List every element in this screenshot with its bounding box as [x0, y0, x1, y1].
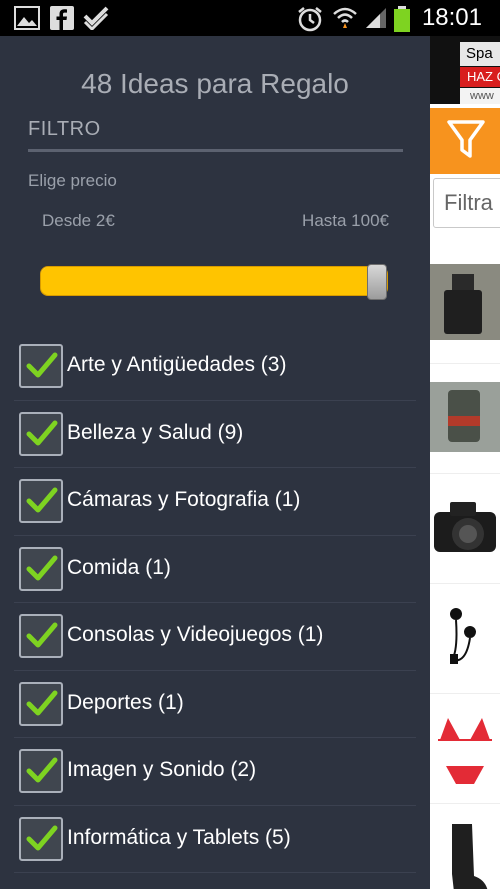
category-checkbox[interactable] [19, 749, 63, 793]
black-boot-image [430, 814, 500, 889]
category-item[interactable]: Cámaras y Fotografia (1) [14, 468, 416, 536]
signal-icon [364, 6, 388, 35]
checkmark-icon [26, 757, 58, 783]
earphones-image [430, 594, 500, 684]
price-label: Elige precio [28, 171, 117, 190]
dslr-camera-image [430, 484, 500, 574]
drawer-title: 48 Ideas para Regalo [81, 68, 349, 99]
category-item[interactable]: Belleza y Salud (9) [14, 401, 416, 468]
status-bar: 18:01 [0, 0, 500, 36]
category-item[interactable]: Consolas y Videojuegos (1) [14, 603, 416, 671]
category-checkbox[interactable] [19, 479, 63, 523]
category-checkbox[interactable] [19, 546, 63, 591]
product-row[interactable] [430, 364, 500, 474]
alarm-icon [296, 6, 324, 37]
checkmark-icon [26, 825, 58, 850]
ad-text-1: Spa [460, 42, 500, 66]
category-label: Cámaras y Fotografia (1) [67, 488, 301, 511]
category-label: Imagen y Sonido (2) [67, 758, 257, 781]
category-item[interactable]: Comida (1) [14, 536, 416, 603]
category-label: Deportes (1) [67, 690, 184, 714]
category-item[interactable]: Deportes (1) [14, 671, 416, 738]
category-label: Arte y Antigüedades (3) [67, 353, 287, 376]
category-label: Informática y Tablets (5) [67, 825, 291, 849]
slider-max-handle[interactable] [367, 264, 387, 300]
checkmark-icon [26, 622, 58, 648]
section-divider [28, 149, 403, 152]
price-range-slider[interactable] [40, 264, 388, 300]
price-min-label: Desde 2€ [42, 211, 115, 230]
checkmark-icon [26, 555, 58, 580]
checkmark-icon [26, 420, 58, 445]
checkmark-icon [26, 487, 58, 513]
filter-search-input[interactable]: Filtra [433, 178, 500, 228]
picture-icon [14, 6, 40, 35]
filter-section-header: FILTRO [28, 118, 101, 140]
perfume-bottle-image [430, 264, 500, 354]
price-max-label: Hasta 100€ [302, 211, 389, 230]
category-checkbox[interactable] [19, 344, 63, 388]
category-checkbox[interactable] [19, 614, 63, 658]
wifi-icon [332, 6, 358, 35]
facebook-icon [50, 6, 74, 35]
checkmark-app-icon [82, 6, 110, 35]
category-list: Arte y Antigüedades (3) Belleza y Salud (… [14, 333, 416, 873]
category-label: Consolas y Videojuegos (1) [67, 623, 324, 646]
category-item[interactable]: Informática y Tablets (5) [14, 806, 416, 873]
filter-drawer: 48 Ideas para Regalo FILTRO Elige precio… [0, 36, 430, 889]
main-content: Spa HAZ C www Filtra [430, 36, 500, 889]
category-checkbox[interactable] [19, 681, 63, 726]
ad-text-3: www [460, 88, 500, 104]
clock-time: 18:01 [421, 4, 482, 31]
candle-jar-image [430, 374, 500, 464]
product-row[interactable] [430, 694, 500, 804]
slider-fill [41, 267, 387, 295]
category-checkbox[interactable] [19, 411, 63, 456]
red-bikini-image [430, 704, 500, 794]
ad-banner[interactable]: Spa HAZ C www [430, 36, 500, 104]
category-label: Belleza y Salud (9) [67, 420, 244, 444]
product-row[interactable] [430, 474, 500, 584]
category-item[interactable]: Arte y Antigüedades (3) [14, 333, 416, 401]
product-row[interactable] [430, 804, 500, 889]
checkmark-icon [26, 352, 58, 378]
checkmark-icon [26, 690, 58, 715]
category-checkbox[interactable] [19, 816, 63, 861]
filter-button[interactable] [430, 108, 500, 174]
battery-icon [394, 6, 410, 37]
product-row[interactable] [430, 254, 500, 364]
ad-text-2: HAZ C [460, 67, 500, 87]
category-label: Comida (1) [67, 555, 171, 579]
product-row[interactable] [430, 584, 500, 694]
category-item[interactable]: Imagen y Sonido (2) [14, 738, 416, 806]
